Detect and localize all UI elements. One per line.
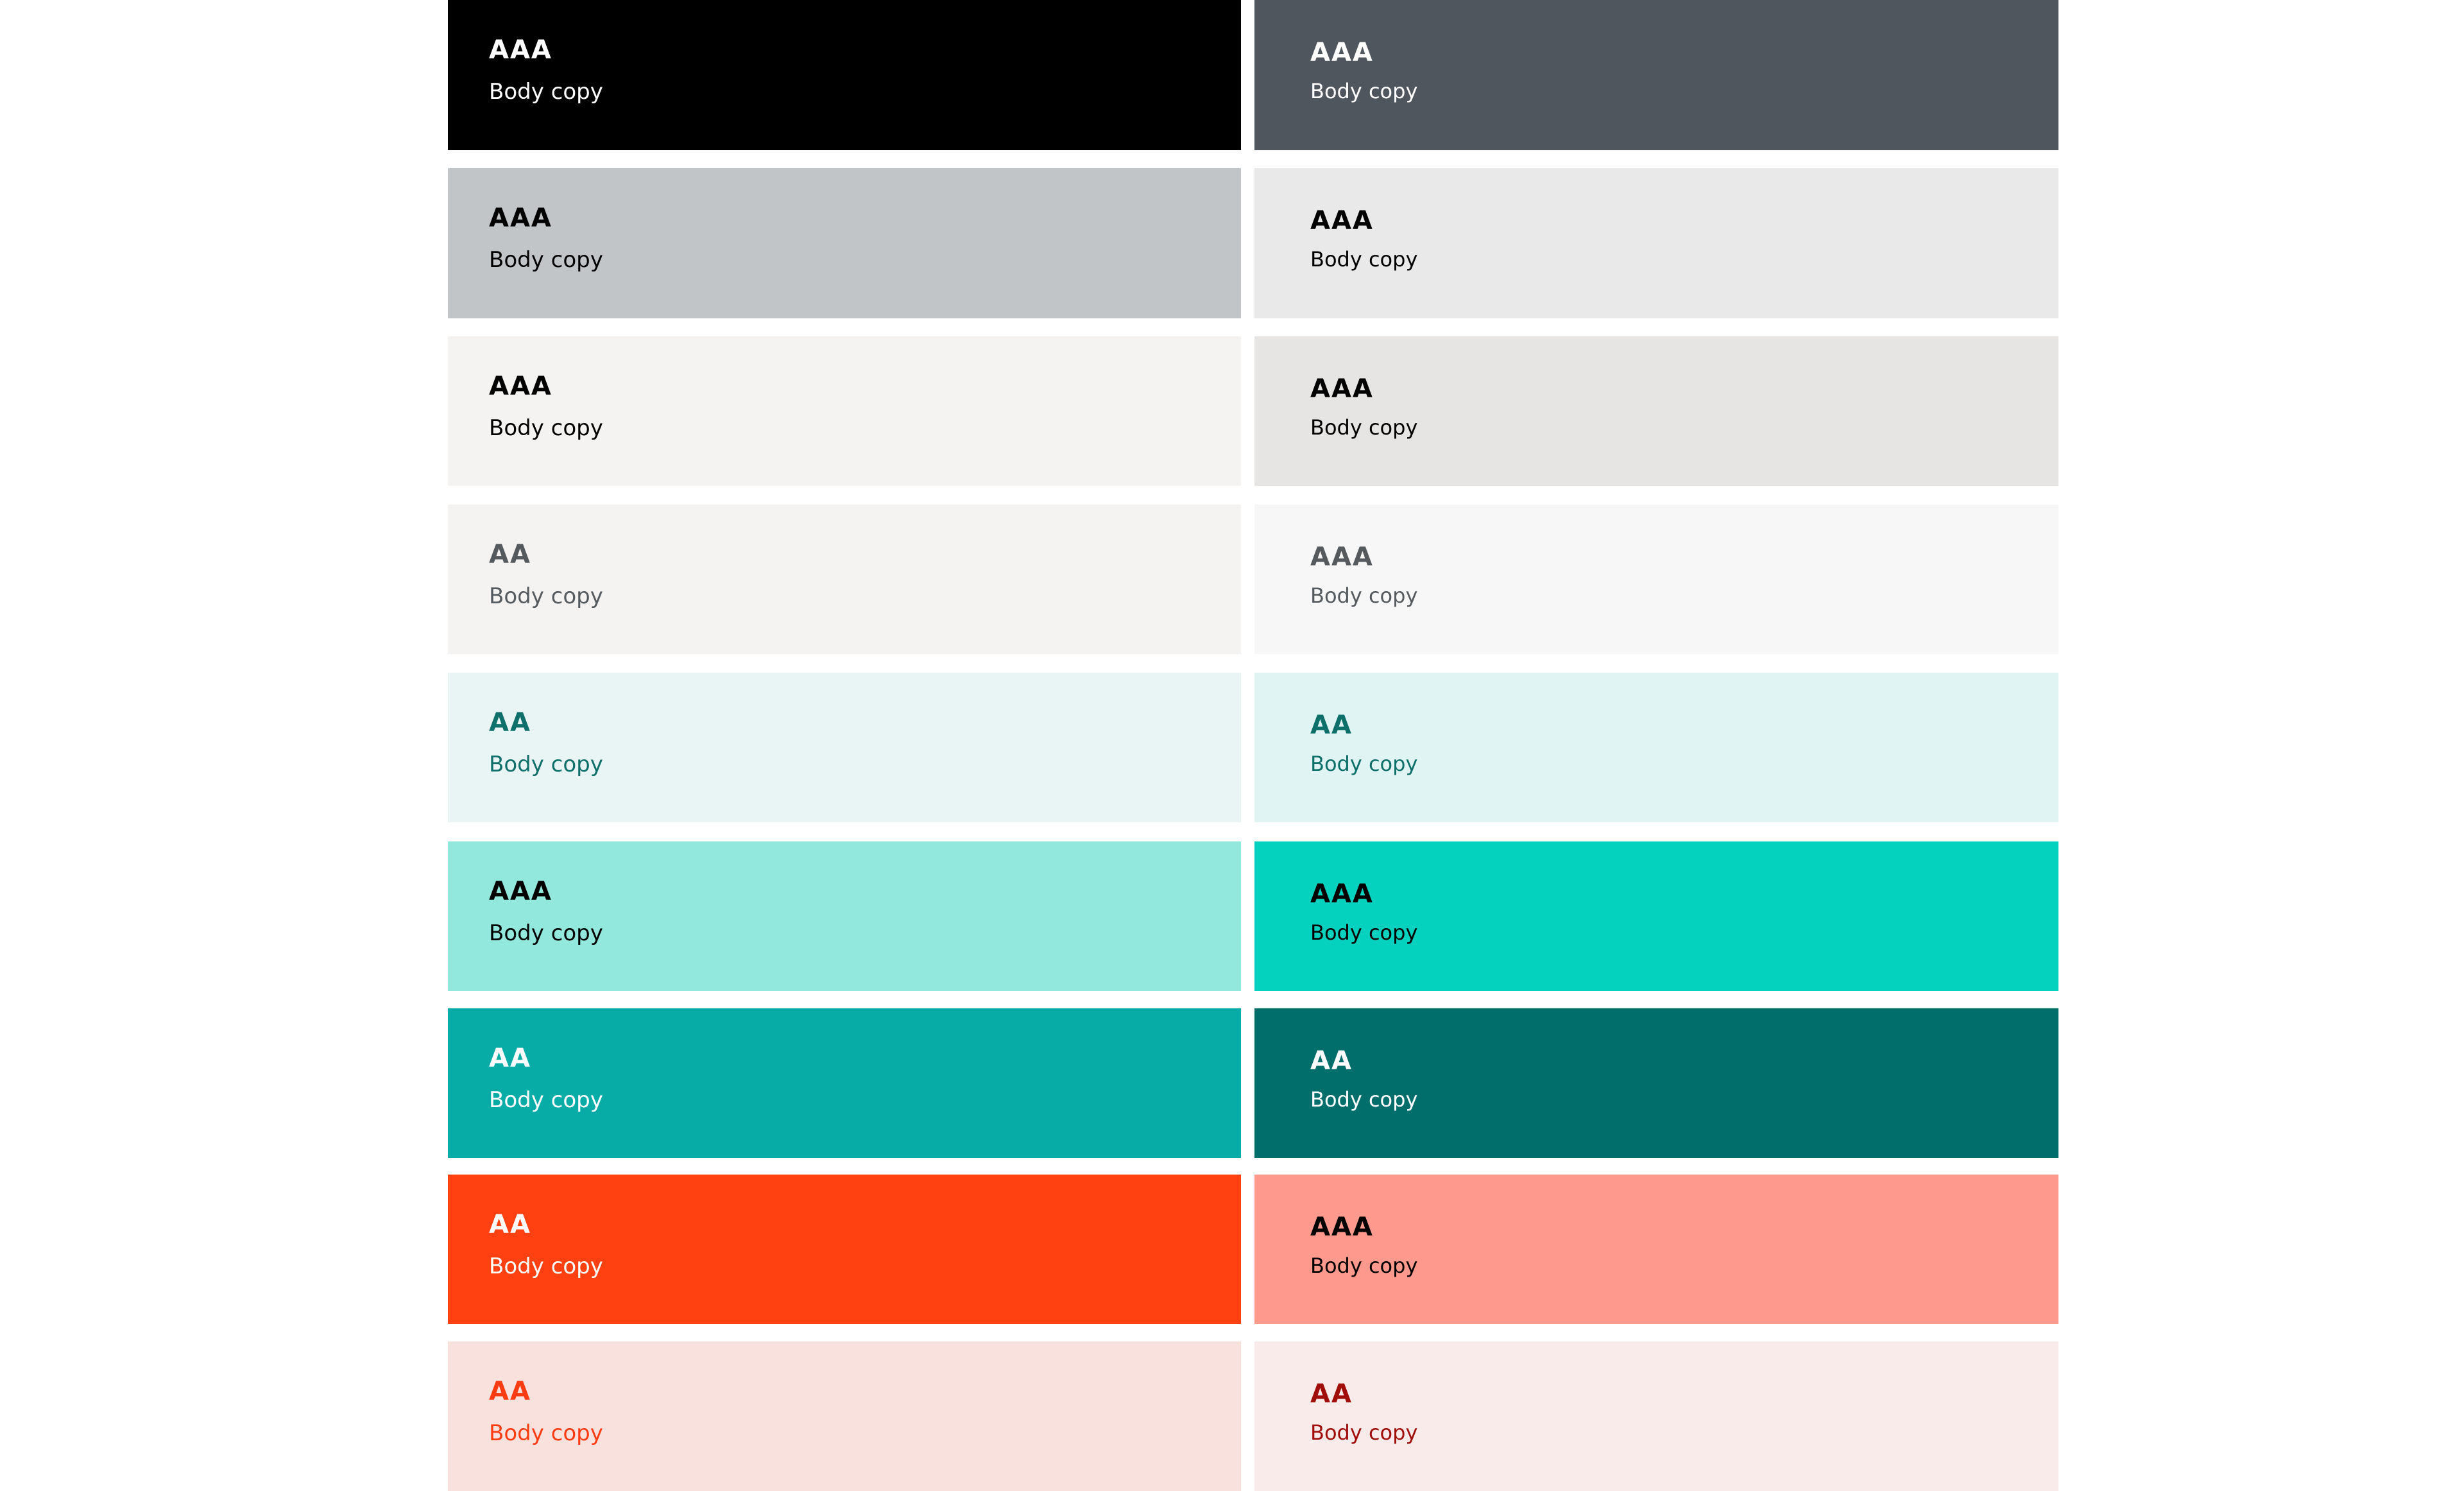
- contrast-rating: AAA: [1310, 542, 1374, 572]
- contrast-rating: AAA: [489, 877, 552, 906]
- contrast-rating: AAA: [489, 203, 552, 233]
- body-copy-sample: Body copy: [1310, 1254, 1418, 1278]
- swatch-right-6: AAA Body copy: [1254, 841, 2058, 991]
- contrast-rating: AA: [489, 1210, 531, 1239]
- swatch-right-1: AAA Body copy: [1254, 0, 2058, 150]
- contrast-rating: AAA: [1310, 879, 1374, 909]
- body-copy-sample: Body copy: [489, 752, 603, 777]
- swatch-left-4: AA Body copy: [448, 504, 1241, 654]
- swatch-left-3: AAA Body copy: [448, 336, 1241, 486]
- contrast-rating: AAA: [489, 372, 552, 401]
- body-copy-sample: Body copy: [1310, 1420, 1418, 1445]
- body-copy-sample: Body copy: [489, 583, 603, 609]
- body-copy-sample: Body copy: [489, 1420, 603, 1446]
- contrast-rating: AAA: [489, 35, 552, 65]
- contrast-rating: AA: [489, 1044, 531, 1073]
- swatch-right-2: AAA Body copy: [1254, 168, 2058, 318]
- contrast-rating: AA: [489, 708, 531, 737]
- contrast-rating: AA: [489, 1377, 531, 1406]
- swatch-left-5: AA Body copy: [448, 673, 1241, 822]
- swatch-right-9: AA Body copy: [1254, 1341, 2058, 1491]
- body-copy-sample: Body copy: [489, 920, 603, 946]
- body-copy-sample: Body copy: [1310, 247, 1418, 271]
- contrast-rating: AAA: [1310, 206, 1374, 236]
- contrast-swatch-grid: AAA Body copy AAA Body copy AAA Body cop…: [0, 0, 2464, 1491]
- swatch-right-5: AA Body copy: [1254, 673, 2058, 822]
- contrast-rating: AA: [1310, 1046, 1353, 1076]
- body-copy-sample: Body copy: [1310, 583, 1418, 608]
- body-copy-sample: Body copy: [489, 415, 603, 441]
- swatch-left-2: AAA Body copy: [448, 168, 1241, 318]
- body-copy-sample: Body copy: [489, 1087, 603, 1113]
- swatch-left-9: AA Body copy: [448, 1341, 1241, 1491]
- swatch-right-7: AA Body copy: [1254, 1008, 2058, 1158]
- body-copy-sample: Body copy: [489, 79, 603, 105]
- body-copy-sample: Body copy: [1310, 79, 1418, 103]
- body-copy-sample: Body copy: [489, 1254, 603, 1279]
- body-copy-sample: Body copy: [1310, 752, 1418, 776]
- swatch-left-6: AAA Body copy: [448, 841, 1241, 991]
- contrast-rating: AA: [1310, 1379, 1353, 1409]
- body-copy-sample: Body copy: [1310, 1087, 1418, 1112]
- swatch-left-8: AA Body copy: [448, 1175, 1241, 1324]
- body-copy-sample: Body copy: [1310, 920, 1418, 945]
- swatch-right-3: AAA Body copy: [1254, 336, 2058, 486]
- contrast-rating: AAA: [1310, 1212, 1374, 1242]
- contrast-rating: AA: [489, 540, 531, 569]
- body-copy-sample: Body copy: [1310, 415, 1418, 440]
- swatch-left-1: AAA Body copy: [448, 0, 1241, 150]
- body-copy-sample: Body copy: [489, 247, 603, 273]
- contrast-rating: AA: [1310, 711, 1353, 740]
- contrast-rating: AAA: [1310, 374, 1374, 404]
- swatch-left-7: AA Body copy: [448, 1008, 1241, 1158]
- swatch-right-4: AAA Body copy: [1254, 504, 2058, 654]
- swatch-right-8: AAA Body copy: [1254, 1175, 2058, 1324]
- contrast-rating: AAA: [1310, 38, 1374, 67]
